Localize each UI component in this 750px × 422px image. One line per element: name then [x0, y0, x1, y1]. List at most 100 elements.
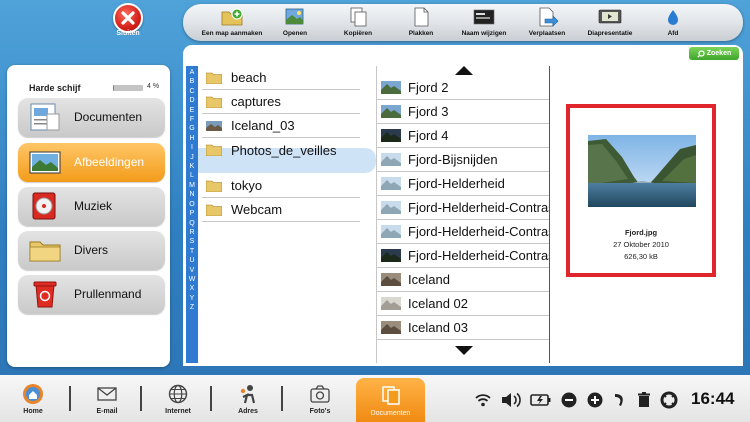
alphabet-letter[interactable]: S	[190, 237, 195, 246]
file-row[interactable]: Fjord 2	[377, 76, 550, 100]
folder-row-beach[interactable]: beach	[202, 66, 360, 90]
alphabet-letter[interactable]: Z	[190, 303, 194, 312]
nav-internet[interactable]: Internet	[158, 375, 198, 422]
file-row[interactable]: Iceland 03	[377, 316, 550, 340]
alphabet-letter[interactable]: Q	[189, 219, 194, 228]
nav-separator	[69, 386, 71, 411]
rename-label: Naam wijzigen	[461, 30, 507, 37]
back-icon[interactable]	[612, 391, 628, 409]
sidebar-item-divers[interactable]: Divers	[18, 230, 165, 270]
folder-label: captures	[231, 94, 281, 109]
documents-icon	[26, 101, 64, 133]
volume-icon[interactable]	[500, 391, 522, 409]
file-row[interactable]: Fjord-Bijsnijden	[377, 148, 550, 172]
alphabet-letter[interactable]: K	[190, 162, 195, 171]
trash-icon[interactable]	[636, 391, 652, 409]
alphabet-letter[interactable]: L	[190, 171, 194, 180]
alphabet-letter[interactable]: X	[190, 284, 195, 293]
sidebar-item-label: Afbeeldingen	[74, 155, 145, 169]
nav-home[interactable]: Home	[15, 375, 51, 422]
file-row[interactable]: Fjord-Helderheid	[377, 172, 550, 196]
folder-row-tokyo[interactable]: tokyo	[202, 174, 360, 198]
file-row[interactable]: Fjord 3	[377, 100, 550, 124]
folder-row-captures[interactable]: captures	[202, 90, 360, 114]
slideshow-button[interactable]: Diapresentatie	[579, 4, 641, 41]
rename-button[interactable]: Naam wijzigen	[453, 4, 515, 41]
plus-circle-icon[interactable]	[586, 391, 604, 409]
folder-row-webcam[interactable]: Webcam	[202, 198, 360, 222]
file-row[interactable]: Fjord 4	[377, 124, 550, 148]
image-thumbnail-icon	[381, 249, 401, 262]
wifi-icon[interactable]	[474, 391, 492, 409]
alphabet-letter[interactable]: M	[189, 181, 195, 190]
paste-button[interactable]: Plakken	[390, 4, 452, 41]
alphabet-letter[interactable]: V	[190, 266, 195, 275]
new-folder-button[interactable]: Een map aanmaken	[201, 4, 263, 41]
file-label: Fjord-Helderheid-Contrast	[408, 248, 550, 263]
alphabet-letter[interactable]: E	[190, 106, 195, 115]
print-icon	[661, 7, 685, 27]
sidebar-item-label: Documenten	[74, 110, 143, 124]
file-label: Fjord-Helderheid-Contrast	[408, 224, 550, 239]
copy-button[interactable]: Kopiëren	[327, 4, 389, 41]
nav-email[interactable]: E-mail	[87, 375, 127, 422]
scroll-up-arrow[interactable]	[455, 66, 473, 75]
file-row[interactable]: Fjord-Helderheid-Contrast	[377, 196, 550, 220]
file-row[interactable]: Fjord-Helderheid-Contrast	[377, 244, 550, 268]
disk-label: Harde schijf	[29, 83, 81, 93]
alphabet-letter[interactable]: D	[189, 96, 194, 105]
alphabet-letter[interactable]: C	[189, 87, 194, 96]
scroll-down-arrow[interactable]	[455, 346, 473, 355]
image-thumbnail-icon	[381, 225, 401, 238]
sidebar-item-afbeeldingen[interactable]: Afbeeldingen	[18, 142, 165, 182]
close-button[interactable]	[113, 3, 143, 33]
alphabet-letter[interactable]: H	[189, 134, 194, 143]
alphabet-letter[interactable]: Y	[190, 294, 195, 303]
move-button[interactable]: Verplaatsen	[516, 4, 578, 41]
slideshow-label: Diapresentatie	[587, 30, 633, 37]
alphabet-letter[interactable]: O	[189, 200, 194, 209]
search-input[interactable]	[183, 45, 743, 63]
alphabet-letter[interactable]: G	[189, 124, 194, 133]
alphabet-letter[interactable]: J	[190, 153, 194, 162]
alphabet-letter[interactable]: U	[189, 256, 194, 265]
disk-percent: 4 %	[147, 83, 160, 90]
alphabet-letter[interactable]: P	[190, 209, 195, 218]
battery-charging-icon[interactable]	[530, 391, 552, 409]
print-button[interactable]: Afd	[642, 4, 704, 41]
folder-row-photos-de-veilles[interactable]: Photos_de_veilles	[202, 138, 360, 162]
minus-circle-icon[interactable]	[560, 391, 578, 409]
nav-adres[interactable]: Adres	[228, 375, 268, 422]
open-button[interactable]: Openen	[264, 4, 326, 41]
alphabet-letter[interactable]: T	[190, 247, 194, 256]
sidebar-item-prullenmand[interactable]: Prullenmand	[18, 274, 165, 314]
file-row[interactable]: Iceland	[377, 268, 550, 292]
folder-icon	[206, 144, 222, 156]
image-thumbnail-icon	[381, 81, 401, 94]
help-icon[interactable]	[660, 391, 678, 409]
alphabet-letter[interactable]: F	[190, 115, 194, 124]
sidebar-item-muziek[interactable]: Muziek	[18, 186, 165, 226]
folder-icon	[206, 72, 222, 84]
nav-label: Adres	[238, 407, 258, 415]
folder-row-iceland-03[interactable]: Iceland_03	[202, 114, 360, 138]
nav-fotos[interactable]: Foto's	[300, 375, 340, 422]
sidebar-item-documenten[interactable]: Documenten	[18, 97, 165, 137]
documents-icon	[379, 384, 403, 406]
image-thumbnail-icon	[381, 153, 401, 166]
alphabet-letter[interactable]: B	[190, 77, 195, 86]
search-button[interactable]: Zoeken	[689, 47, 739, 60]
open-icon	[283, 7, 307, 27]
file-row[interactable]: Iceland 02	[377, 292, 550, 316]
alphabet-letter[interactable]: W	[189, 275, 196, 284]
alphabet-index[interactable]: ABCDEFGHIJKLMNOPQRSTUVWXYZ	[186, 66, 198, 363]
nav-documenten[interactable]: Documenten	[356, 378, 425, 422]
alphabet-letter[interactable]: R	[189, 228, 194, 237]
file-row[interactable]: Fjord-Helderheid-Contrast	[377, 220, 550, 244]
camera-icon	[308, 383, 332, 405]
image-thumbnail-icon	[381, 129, 401, 142]
alphabet-letter[interactable]: N	[189, 190, 194, 199]
alphabet-letter[interactable]: I	[191, 143, 193, 152]
alphabet-letter[interactable]: A	[190, 68, 195, 77]
move-icon	[535, 7, 559, 27]
